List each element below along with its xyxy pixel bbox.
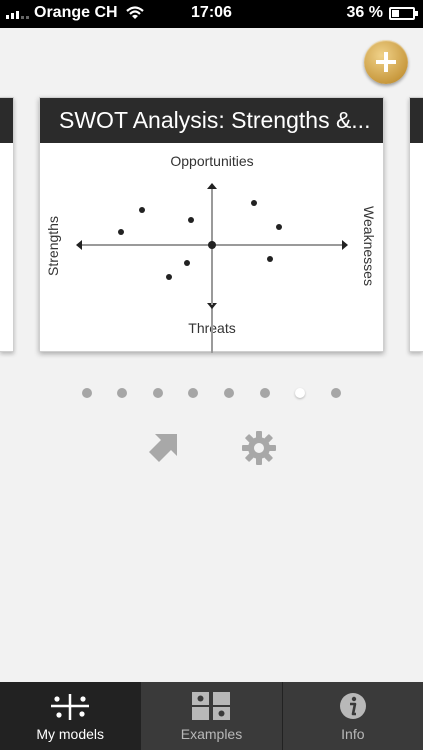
swot-diagram: Opportunities Threats Strengths Weakness… bbox=[45, 153, 377, 353]
page-dot[interactable] bbox=[331, 388, 341, 398]
diagram-point bbox=[166, 274, 172, 280]
diagram-point bbox=[118, 229, 124, 235]
settings-button[interactable] bbox=[239, 428, 279, 468]
page-dot[interactable] bbox=[224, 388, 234, 398]
add-model-button[interactable] bbox=[364, 40, 408, 84]
examples-grid-icon bbox=[192, 692, 231, 720]
axis-origin bbox=[208, 241, 216, 249]
diagram-point bbox=[267, 256, 273, 262]
tab-bar: My models Examples Info bbox=[0, 682, 423, 750]
gear-icon bbox=[242, 431, 276, 465]
diagram-point bbox=[184, 260, 190, 266]
share-button[interactable] bbox=[145, 428, 185, 468]
tab-label: Examples bbox=[180, 726, 243, 742]
page-indicator[interactable] bbox=[0, 388, 423, 400]
page-dot[interactable] bbox=[188, 388, 198, 398]
info-icon bbox=[339, 693, 366, 719]
previous-model-card[interactable] bbox=[0, 97, 14, 352]
axis-arrow-top bbox=[207, 183, 217, 189]
status-bar: Orange CH 17:06 36 % bbox=[0, 0, 423, 28]
page-dot[interactable] bbox=[260, 388, 270, 398]
axis-arrow-left bbox=[76, 240, 82, 250]
diagram-point bbox=[276, 224, 282, 230]
diagram-point bbox=[139, 207, 145, 213]
tab-label: My models bbox=[36, 726, 104, 742]
diagram-point bbox=[188, 217, 194, 223]
page-dot[interactable] bbox=[295, 388, 305, 398]
page-dot[interactable] bbox=[82, 388, 92, 398]
strengths-label: Strengths bbox=[45, 216, 61, 276]
tab-examples[interactable]: Examples bbox=[141, 682, 283, 750]
tab-label: Info bbox=[341, 726, 365, 742]
plus-icon bbox=[376, 52, 396, 72]
opportunities-label: Opportunities bbox=[170, 153, 253, 169]
next-model-card[interactable] bbox=[409, 97, 423, 352]
tab-my-models[interactable]: My models bbox=[0, 682, 142, 750]
diagram-point bbox=[251, 200, 257, 206]
my-models-icon bbox=[51, 694, 90, 720]
battery-icon bbox=[389, 6, 418, 20]
model-card-title: SWOT Analysis: Strengths &... bbox=[40, 98, 383, 143]
page-dot[interactable] bbox=[153, 388, 163, 398]
page-dot[interactable] bbox=[117, 388, 127, 398]
share-arrow-icon bbox=[149, 434, 177, 462]
tab-info[interactable]: Info bbox=[283, 682, 423, 750]
weaknesses-label: Weaknesses bbox=[361, 206, 377, 286]
model-card-swot[interactable]: SWOT Analysis: Strengths &... Opportunit… bbox=[39, 97, 384, 353]
battery-percent: 36 % bbox=[346, 4, 383, 21]
axis-arrow-right bbox=[342, 240, 348, 250]
